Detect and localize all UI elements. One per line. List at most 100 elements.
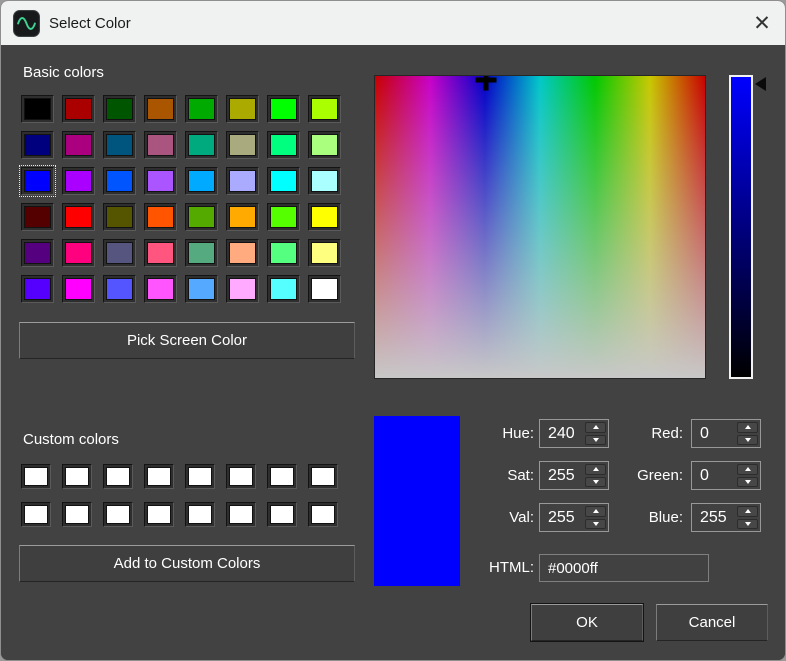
ok-button[interactable]: OK — [531, 604, 643, 641]
basic-color-swatch[interactable] — [267, 239, 300, 267]
basic-color-swatch[interactable] — [144, 239, 177, 267]
basic-color-swatch[interactable] — [226, 167, 259, 195]
green-label: Green: — [591, 461, 683, 490]
basic-color-swatch[interactable] — [308, 239, 341, 267]
basic-color-swatch[interactable] — [62, 95, 95, 123]
basic-color-swatch[interactable] — [185, 275, 218, 303]
swatch-color — [65, 467, 89, 486]
basic-color-swatch[interactable] — [144, 95, 177, 123]
value-slider[interactable] — [729, 75, 753, 379]
custom-color-swatch[interactable] — [144, 502, 174, 527]
basic-color-swatch[interactable] — [185, 95, 218, 123]
basic-color-swatch[interactable] — [308, 203, 341, 231]
value-slider-arrow-icon[interactable] — [755, 77, 766, 91]
swatch-color — [311, 98, 338, 120]
basic-color-swatch[interactable] — [308, 131, 341, 159]
swatch-color — [147, 278, 174, 300]
green-spin-up-button[interactable] — [737, 464, 758, 475]
basic-color-swatch[interactable] — [21, 131, 54, 159]
swatch-color — [24, 278, 51, 300]
basic-color-swatch[interactable] — [308, 275, 341, 303]
basic-color-swatch[interactable] — [103, 275, 136, 303]
custom-color-swatch[interactable] — [308, 464, 338, 489]
swatch-color — [106, 505, 130, 524]
blue-spinbox[interactable]: 255 — [691, 503, 761, 532]
swatch-color — [229, 467, 253, 486]
basic-color-swatch[interactable] — [21, 239, 54, 267]
basic-color-swatch[interactable] — [267, 275, 300, 303]
basic-color-swatch[interactable] — [226, 131, 259, 159]
basic-color-swatch[interactable] — [267, 203, 300, 231]
swatch-color — [229, 242, 256, 264]
custom-color-swatch[interactable] — [267, 502, 297, 527]
basic-color-swatch[interactable] — [103, 203, 136, 231]
basic-color-swatch[interactable] — [185, 203, 218, 231]
swatch-color — [65, 98, 92, 120]
custom-color-swatch[interactable] — [103, 464, 133, 489]
basic-color-swatch[interactable] — [21, 275, 54, 303]
picker-crosshair-icon[interactable] — [476, 75, 497, 90]
custom-color-swatch[interactable] — [62, 502, 92, 527]
basic-color-swatch[interactable] — [62, 275, 95, 303]
swatch-color — [147, 206, 174, 228]
basic-color-swatch[interactable] — [185, 239, 218, 267]
basic-color-swatch[interactable] — [267, 95, 300, 123]
basic-color-swatch[interactable] — [226, 275, 259, 303]
blue-spin-down-button[interactable] — [737, 519, 758, 530]
basic-color-swatch[interactable] — [144, 275, 177, 303]
green-value: 0 — [700, 462, 709, 489]
pick-screen-color-button[interactable]: Pick Screen Color — [19, 322, 355, 359]
basic-color-swatch[interactable] — [267, 131, 300, 159]
basic-color-swatch[interactable] — [21, 95, 54, 123]
green-spin-down-button[interactable] — [737, 477, 758, 488]
hue-value: 240 — [548, 420, 575, 447]
green-spinbox[interactable]: 0 — [691, 461, 761, 490]
cancel-button[interactable]: Cancel — [656, 604, 768, 641]
basic-colors-label: Basic colors — [23, 64, 104, 81]
basic-color-swatch[interactable] — [144, 131, 177, 159]
basic-color-swatch[interactable] — [185, 131, 218, 159]
basic-color-swatch[interactable] — [62, 239, 95, 267]
custom-color-swatch[interactable] — [226, 464, 256, 489]
custom-color-swatch[interactable] — [185, 502, 215, 527]
red-spin-up-button[interactable] — [737, 422, 758, 433]
custom-color-swatch[interactable] — [267, 464, 297, 489]
blue-spin-up-button[interactable] — [737, 506, 758, 517]
basic-color-swatch[interactable] — [103, 131, 136, 159]
basic-color-swatch[interactable] — [62, 131, 95, 159]
red-value: 0 — [700, 420, 709, 447]
swatch-color — [65, 278, 92, 300]
custom-color-swatch[interactable] — [21, 502, 51, 527]
basic-color-swatch[interactable] — [267, 167, 300, 195]
custom-color-swatch[interactable] — [21, 464, 51, 489]
basic-color-swatch[interactable] — [62, 203, 95, 231]
custom-color-swatch[interactable] — [185, 464, 215, 489]
basic-color-swatch[interactable] — [21, 167, 54, 195]
basic-color-swatch[interactable] — [226, 239, 259, 267]
swatch-color — [65, 134, 92, 156]
red-spin-down-button[interactable] — [737, 435, 758, 446]
swatch-color — [147, 467, 171, 486]
basic-color-swatch[interactable] — [103, 95, 136, 123]
basic-color-swatch[interactable] — [308, 95, 341, 123]
html-hex-input[interactable] — [539, 554, 709, 582]
basic-color-swatch[interactable] — [144, 203, 177, 231]
custom-color-swatch[interactable] — [308, 502, 338, 527]
custom-color-swatch[interactable] — [226, 502, 256, 527]
basic-color-swatch[interactable] — [144, 167, 177, 195]
custom-color-swatch[interactable] — [144, 464, 174, 489]
add-to-custom-colors-button[interactable]: Add to Custom Colors — [19, 545, 355, 582]
basic-color-swatch[interactable] — [185, 167, 218, 195]
basic-color-swatch[interactable] — [226, 203, 259, 231]
custom-color-swatch[interactable] — [62, 464, 92, 489]
basic-color-swatch[interactable] — [103, 167, 136, 195]
hue-saturation-picker[interactable] — [374, 75, 706, 379]
basic-color-swatch[interactable] — [21, 203, 54, 231]
basic-color-swatch[interactable] — [103, 239, 136, 267]
basic-color-swatch[interactable] — [226, 95, 259, 123]
basic-color-swatch[interactable] — [62, 167, 95, 195]
close-icon[interactable]: ✕ — [739, 1, 785, 45]
custom-color-swatch[interactable] — [103, 502, 133, 527]
basic-color-swatch[interactable] — [308, 167, 341, 195]
red-spinbox[interactable]: 0 — [691, 419, 761, 448]
